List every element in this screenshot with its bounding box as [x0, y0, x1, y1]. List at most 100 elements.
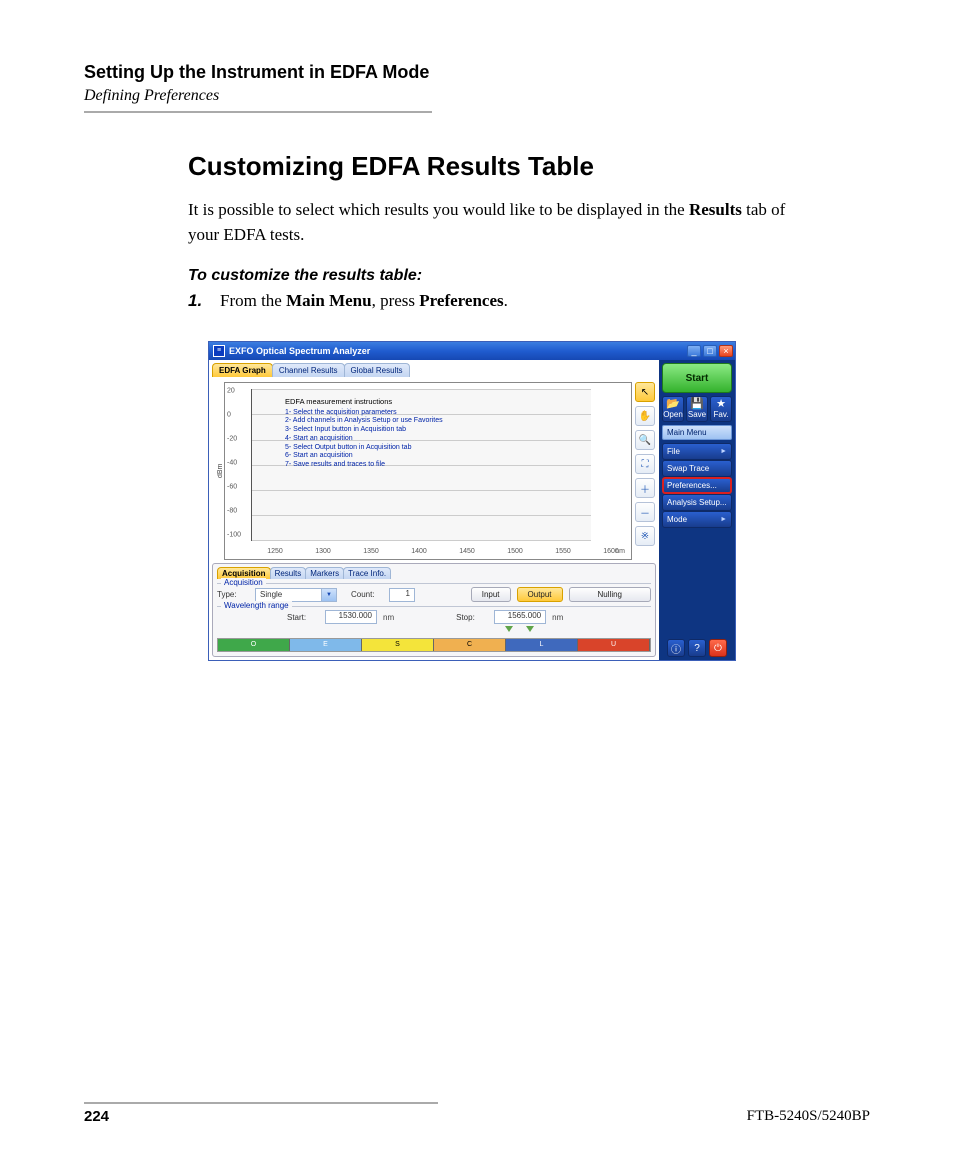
- xtick: 1450: [459, 548, 475, 555]
- top-tabs: EDFA Graph Channel Results Global Result…: [212, 363, 656, 377]
- app-icon: ≡: [213, 345, 225, 357]
- instr-line: 1- Select the acquisition parameters: [285, 409, 443, 418]
- page-breadcrumb-sub: Defining Preferences: [84, 87, 870, 105]
- menu-item-preferences[interactable]: Preferences...: [662, 477, 732, 494]
- nulling-button[interactable]: Nulling: [569, 587, 651, 602]
- intro-bold: Results: [689, 200, 742, 219]
- tab-channel-results[interactable]: Channel Results: [272, 363, 345, 377]
- menu-item-analysis-setup[interactable]: Analysis Setup...: [662, 494, 732, 511]
- tab-global-results[interactable]: Global Results: [344, 363, 410, 377]
- x-unit: nm: [615, 548, 625, 555]
- minimize-button[interactable]: _: [687, 345, 701, 357]
- type-value: Single: [260, 590, 282, 599]
- tab-trace-info[interactable]: Trace Info.: [343, 567, 391, 579]
- maximize-button[interactable]: □: [703, 345, 717, 357]
- xtick: 1400: [411, 548, 427, 555]
- help-button[interactable]: ?: [688, 639, 706, 657]
- open-label: Open: [663, 411, 683, 419]
- menu-item-label: File: [667, 447, 680, 456]
- instr-line: 7- Save results and traces to file: [285, 461, 443, 470]
- zoom-in-tool[interactable]: ＋: [635, 478, 655, 498]
- band-l: L: [506, 639, 578, 651]
- band-u: U: [578, 639, 650, 651]
- chevron-right-icon: ►: [720, 516, 727, 523]
- band-o: O: [218, 639, 290, 651]
- favorites-button[interactable]: ★Fav.: [710, 396, 732, 422]
- app-title: EXFO Optical Spectrum Analyzer: [229, 346, 687, 356]
- wavelength-band-strip: OESCLU: [217, 638, 651, 652]
- count-label: Count:: [351, 590, 383, 599]
- ytick: -20: [227, 436, 237, 443]
- menu-item-file[interactable]: File ►: [662, 443, 732, 460]
- input-button[interactable]: Input: [471, 587, 511, 602]
- start-input[interactable]: 1530.000: [325, 610, 377, 624]
- instr-line: 2- Add channels in Analysis Setup or use…: [285, 417, 443, 426]
- graph-y-label: dBm: [212, 382, 224, 560]
- instr-line: 4- Start an acquisition: [285, 435, 443, 444]
- acquisition-legend: Acquisition: [221, 578, 266, 587]
- zoom-fit-tool[interactable]: ⛶: [635, 454, 655, 474]
- tab-edfa-graph[interactable]: EDFA Graph: [212, 363, 273, 377]
- ytick: 20: [227, 388, 235, 395]
- stop-input[interactable]: 1565.000: [494, 610, 546, 624]
- xtick: 1250: [267, 548, 283, 555]
- count-input[interactable]: 1: [389, 588, 415, 602]
- footer-model: FTB-5240S/5240BP: [747, 1104, 870, 1125]
- step1-post: .: [504, 291, 508, 310]
- menu-item-label: Preferences...: [667, 481, 717, 490]
- pan-tool[interactable]: ✋: [635, 406, 655, 426]
- xtick: 1500: [507, 548, 523, 555]
- step-number: 1.: [188, 291, 208, 311]
- intro-pre: It is possible to select which results y…: [188, 200, 689, 219]
- chevron-right-icon: ►: [720, 448, 727, 455]
- ytick: -80: [227, 508, 237, 515]
- page-footer: 224: [84, 1102, 438, 1125]
- step1-b2: Preferences: [419, 291, 503, 310]
- zoom-tool[interactable]: 🔍: [635, 430, 655, 450]
- menu-item-label: Mode: [667, 515, 687, 524]
- folder-icon: 📂: [666, 399, 680, 410]
- instr-title: EDFA measurement instructions: [285, 397, 443, 406]
- xtick: 1550: [555, 548, 571, 555]
- pointer-tool[interactable]: ↖: [635, 382, 655, 402]
- step-1: 1. From the Main Menu, press Preferences…: [188, 291, 788, 311]
- close-button[interactable]: ×: [719, 345, 733, 357]
- graph-instruction-box: EDFA measurement instructions 1- Select …: [285, 397, 443, 470]
- tab-results[interactable]: Results: [270, 567, 307, 579]
- menu-item-mode[interactable]: Mode ►: [662, 511, 732, 528]
- menu-item-label: Analysis Setup...: [667, 498, 727, 507]
- power-button[interactable]: ⏻: [709, 639, 727, 657]
- xtick: 1350: [363, 548, 379, 555]
- step1-b1: Main Menu: [286, 291, 371, 310]
- output-button[interactable]: Output: [517, 587, 563, 602]
- band-s: S: [362, 639, 434, 651]
- bottom-tabs: Acquisition Results Markers Trace Info.: [217, 567, 651, 579]
- bottom-panel: Acquisition Results Markers Trace Info. …: [212, 563, 656, 657]
- stop-slider-handle[interactable]: [526, 626, 534, 632]
- page-breadcrumb-title: Setting Up the Instrument in EDFA Mode: [84, 62, 870, 83]
- measure-tool[interactable]: ※: [635, 526, 655, 546]
- step-text: From the Main Menu, press Preferences.: [220, 291, 508, 311]
- open-button[interactable]: 📂Open: [662, 396, 684, 422]
- xtick: 1300: [315, 548, 331, 555]
- start-slider-handle[interactable]: [505, 626, 513, 632]
- instruction-lead: To customize the results table:: [188, 267, 788, 285]
- start-label: Start:: [287, 613, 319, 622]
- menu-item-swap-trace[interactable]: Swap Trace: [662, 460, 732, 477]
- zoom-out-tool[interactable]: －: [635, 502, 655, 522]
- page-number: 224: [84, 1108, 109, 1125]
- wavelength-legend: Wavelength range: [221, 601, 292, 610]
- tab-markers[interactable]: Markers: [305, 567, 344, 579]
- save-button[interactable]: 💾Save: [686, 396, 708, 422]
- stop-label: Stop:: [456, 613, 488, 622]
- stop-unit: nm: [552, 613, 563, 622]
- type-select[interactable]: Single: [255, 588, 337, 602]
- instr-line: 5- Select Output button in Acquisition t…: [285, 444, 443, 453]
- graph-area: 20 0 -20 -40 -60 -80 -100 1250 1300 1350…: [224, 382, 632, 560]
- star-icon: ★: [716, 399, 726, 410]
- header-rule: [84, 111, 432, 113]
- section-title: Customizing EDFA Results Table: [188, 151, 788, 182]
- start-button[interactable]: Start: [662, 363, 732, 393]
- info-button[interactable]: ⓘ: [667, 639, 685, 657]
- main-menu-header: Main Menu: [662, 425, 732, 440]
